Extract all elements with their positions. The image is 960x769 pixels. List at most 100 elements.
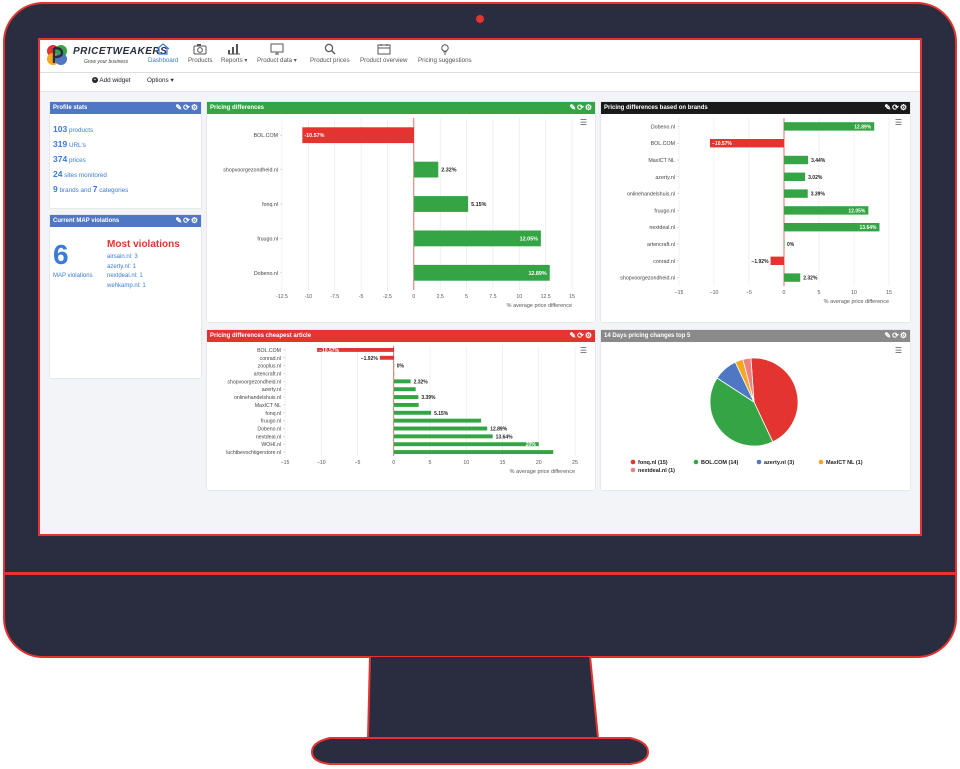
- gear-icon[interactable]: ⚙: [900, 103, 908, 112]
- x-tick-label: −5: [746, 290, 752, 296]
- options-dropdown[interactable]: Options ▾: [147, 77, 174, 84]
- widget-title: Pricing differences cheapest article: [210, 333, 312, 339]
- data-label: −10.57%: [319, 348, 339, 354]
- widget-title: 14 Days pricing changes top 5: [604, 333, 691, 339]
- widget-title: Pricing differences based on brands: [604, 105, 708, 111]
- camera-icon: [476, 15, 484, 23]
- pricing-changes-widget: 14 Days pricing changes top 5 ✎⟳⚙ ☰ fonq…: [601, 330, 910, 490]
- refresh-icon[interactable]: ⟳: [892, 331, 900, 340]
- map-violations-widget: Current MAP violations ✎⟳⚙ 6 MAP violati…: [50, 215, 201, 378]
- violation-item[interactable]: airsain.nl: 3: [107, 253, 146, 263]
- home-icon: [156, 43, 170, 55]
- x-tick-label: −15: [675, 290, 684, 296]
- category-label: Dobeno.nl: [651, 124, 675, 130]
- stat-products[interactable]: 103 products: [53, 124, 93, 134]
- category-label: conrad.nl: [260, 356, 281, 362]
- edit-icon[interactable]: ✎: [884, 331, 892, 340]
- screen: PRICETWEAKERS Grow your business Dashboa…: [38, 38, 922, 536]
- search-icon: [324, 43, 336, 55]
- edit-icon[interactable]: ✎: [569, 103, 577, 112]
- refresh-icon[interactable]: ⟳: [577, 103, 585, 112]
- nav-products[interactable]: Products: [188, 43, 212, 64]
- category-label: MaxICT NL: [648, 158, 675, 164]
- nav-dashboard[interactable]: Dashboard: [148, 43, 178, 64]
- x-tick-label: −5: [355, 460, 361, 466]
- legend-marker: [630, 459, 636, 465]
- x-tick-label: -12.5: [276, 294, 288, 300]
- refresh-icon[interactable]: ⟳: [183, 103, 191, 112]
- bar: [393, 387, 416, 392]
- legend-label: nextdeal.nl (1): [638, 468, 675, 474]
- x-tick-label: -5: [359, 294, 364, 300]
- monitor-icon: [270, 43, 284, 55]
- data-label: 13.64%: [860, 225, 878, 231]
- bar: [393, 410, 432, 415]
- bar: [770, 256, 784, 265]
- legend-marker: [818, 459, 824, 465]
- nav-product-data[interactable]: Product data ▾: [257, 43, 297, 64]
- violations-list: airsain.nl: 3 azerty.nl: 1 nextdeal.nl: …: [107, 253, 146, 291]
- refresh-icon[interactable]: ⟳: [183, 216, 191, 225]
- stat-brands-categories[interactable]: 9 brands and 7 categories: [53, 184, 128, 194]
- violation-item[interactable]: azerty.nl: 1: [107, 263, 146, 273]
- x-tick-label: -7.5: [330, 294, 339, 300]
- edit-icon[interactable]: ✎: [175, 216, 183, 225]
- data-label: -10.57%: [304, 133, 324, 139]
- category-label: conrad.nl: [653, 259, 675, 265]
- gear-icon[interactable]: ⚙: [191, 216, 199, 225]
- chart-icon: [228, 44, 241, 55]
- bar: [393, 418, 482, 423]
- nav-product-prices[interactable]: Product prices: [310, 43, 350, 64]
- bar: [784, 189, 808, 198]
- x-tick-label: 5: [429, 460, 432, 466]
- category-label: onlinehandelshuis.nl: [627, 192, 675, 198]
- violation-item[interactable]: nextdeal.nl: 1: [107, 272, 146, 282]
- category-label: azerty.nl: [655, 175, 675, 181]
- data-label: −1.92%: [361, 356, 379, 362]
- brand-tagline: Grow your business: [84, 59, 129, 65]
- category-label: nextdeal.nl: [256, 434, 281, 440]
- bar: [393, 442, 539, 447]
- brand-differences-widget: Pricing differences based on brands ✎⟳⚙ …: [601, 102, 910, 322]
- x-tick-label: 12.5: [541, 294, 551, 300]
- category-label: WOHI.nl: [261, 442, 281, 448]
- x-tick-label: -2.5: [383, 294, 392, 300]
- refresh-icon[interactable]: ⟳: [577, 331, 585, 340]
- category-label: MaxICT NL: [255, 403, 281, 409]
- gear-icon[interactable]: ⚙: [585, 331, 593, 340]
- x-tick-label: −10: [317, 460, 326, 466]
- map-violation-count: 6: [53, 239, 69, 270]
- bar: [393, 450, 554, 455]
- stat-urls[interactable]: 319 URL's: [53, 139, 86, 149]
- x-tick-label: 10: [463, 460, 469, 466]
- edit-icon[interactable]: ✎: [884, 103, 892, 112]
- data-label: 0%: [787, 242, 795, 248]
- stat-sites[interactable]: 24 sites monitored: [53, 169, 107, 179]
- data-label: 3.39%: [421, 395, 436, 401]
- nav-reports[interactable]: Reports ▾: [221, 43, 248, 64]
- data-label: 12.05%: [848, 208, 866, 214]
- edit-icon[interactable]: ✎: [569, 331, 577, 340]
- edit-icon[interactable]: ✎: [175, 103, 183, 112]
- x-tick-label: −10: [710, 290, 719, 296]
- refresh-icon[interactable]: ⟳: [892, 103, 900, 112]
- category-label: fruugo.nl: [257, 236, 278, 242]
- add-widget-button[interactable]: + Add widget: [92, 77, 131, 84]
- bar: [393, 402, 419, 407]
- category-label: artencraft.nl: [254, 372, 281, 378]
- gear-icon[interactable]: ⚙: [900, 331, 908, 340]
- gear-icon[interactable]: ⚙: [191, 103, 199, 112]
- violation-item[interactable]: wehkamp.nl: 1: [107, 282, 146, 292]
- widget-header: Pricing differences cheapest article ✎⟳⚙: [207, 330, 595, 342]
- widget-header: Profile stats ✎⟳⚙: [50, 102, 201, 114]
- monitor-bezel-divider: [5, 572, 955, 575]
- gear-icon[interactable]: ⚙: [585, 103, 593, 112]
- bar: [393, 426, 488, 431]
- camera-icon: [193, 44, 207, 55]
- plus-circle-icon: +: [92, 77, 98, 84]
- nav-pricing-suggestions[interactable]: Pricing suggestions: [418, 43, 472, 64]
- data-label: 12.89%: [528, 271, 546, 277]
- stat-prices[interactable]: 374 prices: [53, 154, 86, 164]
- nav-product-overview[interactable]: Product overview: [360, 43, 407, 64]
- category-label: shopvoorgezondheid.nl: [227, 379, 281, 385]
